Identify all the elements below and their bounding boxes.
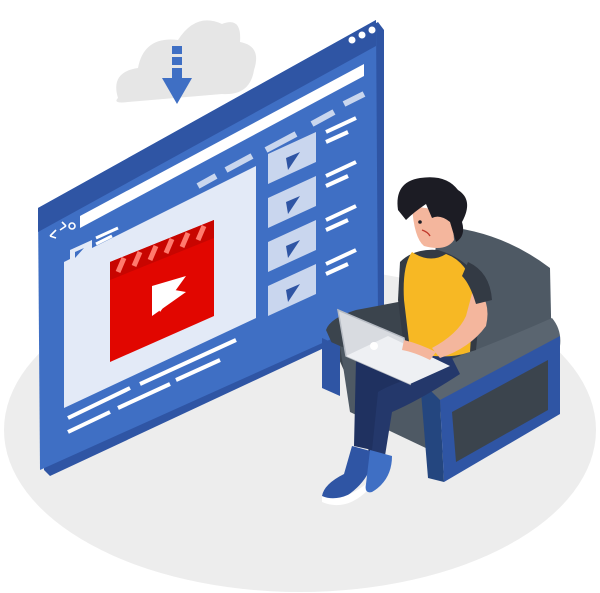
download-cloud-icon <box>116 20 257 104</box>
illustration-stage <box>0 0 600 593</box>
video-streaming-illustration <box>4 20 596 592</box>
